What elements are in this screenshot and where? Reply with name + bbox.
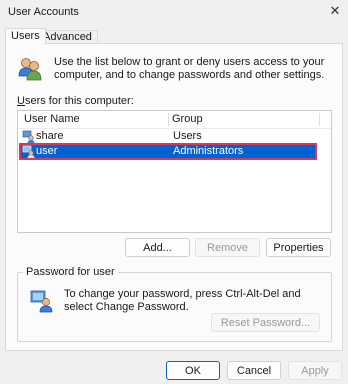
column-divider[interactable]: [319, 113, 320, 126]
tab-users[interactable]: Users: [5, 28, 46, 45]
user-account-icon: [22, 145, 35, 158]
users-icon: [18, 58, 42, 81]
remove-button[interactable]: Remove: [195, 238, 260, 257]
list-item-selected[interactable]: user Administrators: [19, 143, 317, 160]
intro-text: Use the list below to grant or deny user…: [54, 56, 325, 81]
properties-button[interactable]: Properties: [266, 238, 331, 257]
users-list-label-text: sers for this computer:: [24, 95, 134, 107]
users-list-label: Users for this computer:: [17, 95, 134, 107]
reset-password-button[interactable]: Reset Password...: [211, 313, 320, 332]
add-button[interactable]: Add...: [125, 238, 190, 257]
user-account-icon: [22, 130, 35, 143]
password-instructions: To change your password, press Ctrl-Alt-…: [64, 288, 301, 313]
window-title: User Accounts: [8, 6, 79, 18]
cancel-button[interactable]: Cancel: [227, 361, 281, 380]
user-password-icon: [30, 290, 53, 313]
user-name: share: [36, 130, 64, 142]
users-list[interactable]: User Name Group share Users user Adminis…: [17, 110, 332, 233]
tab-advanced[interactable]: Advanced: [37, 30, 98, 44]
user-group: Users: [173, 130, 202, 142]
close-icon: ✕: [329, 3, 341, 18]
ok-button[interactable]: OK: [166, 361, 220, 380]
column-header-user-name[interactable]: User Name: [24, 111, 80, 129]
list-item[interactable]: share Users: [20, 129, 316, 144]
user-group: Administrators: [173, 145, 244, 157]
column-divider[interactable]: [168, 113, 169, 126]
column-header-group[interactable]: Group: [172, 111, 203, 129]
close-button[interactable]: ✕: [325, 2, 345, 20]
apply-button[interactable]: Apply: [288, 361, 342, 380]
password-group-legend: Password for user: [23, 266, 118, 278]
user-name: user: [36, 145, 58, 157]
